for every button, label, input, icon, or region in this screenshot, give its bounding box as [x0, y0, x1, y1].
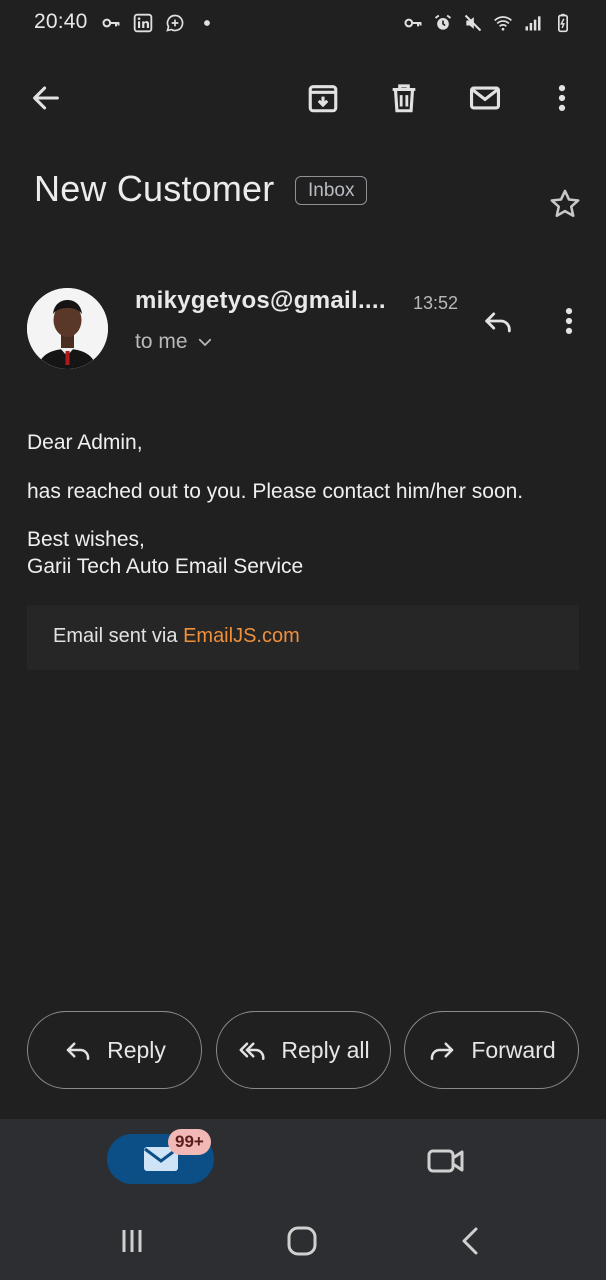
mark-unread-icon	[469, 86, 501, 110]
reply-icon-button[interactable]	[474, 297, 522, 345]
recipient-label: to me	[135, 330, 188, 353]
email-greeting: Dear Admin,	[27, 431, 143, 454]
reply-icon	[66, 1042, 90, 1060]
email-closing: Best wishes, Garii Tech Auto Email Servi…	[27, 526, 303, 580]
recent-apps-icon	[122, 1230, 142, 1252]
email-time: 13:52	[413, 293, 459, 313]
video-call-icon	[427, 1149, 464, 1173]
archive-button[interactable]	[299, 74, 347, 122]
reply-all-icon	[239, 1042, 265, 1060]
back-arrow-icon	[33, 86, 59, 110]
back-button[interactable]	[22, 74, 70, 122]
email-subject: New Customer	[34, 168, 275, 209]
closing-line-2: Garii Tech Auto Email Service	[27, 555, 304, 578]
status-left-icons	[100, 12, 218, 34]
more-vert-icon	[565, 307, 573, 335]
reply-icon	[485, 312, 511, 333]
reply-button[interactable]: Reply	[27, 1011, 202, 1089]
system-back-button[interactable]	[446, 1219, 496, 1263]
emailjs-footer: Email sent via EmailJS.com	[27, 605, 579, 670]
chevron-down-icon	[198, 338, 211, 347]
alarm-icon	[432, 12, 454, 34]
archive-icon	[308, 85, 338, 113]
mark-unread-button[interactable]	[461, 74, 509, 122]
linkedin-icon	[132, 12, 154, 34]
reply-label: Reply	[107, 1036, 166, 1063]
more-vert-icon	[558, 84, 566, 112]
home-button[interactable]	[277, 1219, 327, 1263]
system-back-icon	[462, 1227, 478, 1255]
more-options-button[interactable]	[538, 74, 586, 122]
star-icon	[550, 189, 580, 218]
sender-email[interactable]: mikygetyos@gmail....	[135, 287, 386, 315]
status-right-icons	[402, 12, 574, 34]
whatsapp-business-icon	[164, 12, 186, 34]
recent-apps-button[interactable]	[107, 1219, 157, 1263]
signal-icon	[522, 12, 544, 34]
delete-icon	[392, 84, 416, 113]
meet-tab[interactable]	[424, 1139, 468, 1183]
emailjs-link[interactable]: EmailJS.com	[183, 625, 300, 647]
reply-all-label: Reply all	[281, 1036, 370, 1063]
forward-icon	[431, 1042, 454, 1060]
forward-label: Forward	[471, 1036, 556, 1063]
reply-all-button[interactable]: Reply all	[216, 1011, 391, 1089]
emailjs-footer-text: Email sent via EmailJS.com	[53, 625, 300, 648]
vpn-key-icon	[402, 12, 424, 34]
dot-icon	[196, 12, 218, 34]
closing-line-1: Best wishes,	[27, 528, 145, 551]
message-more-button[interactable]	[545, 297, 593, 345]
forward-button[interactable]: Forward	[404, 1011, 579, 1089]
avatar-photo-icon	[27, 288, 108, 369]
inbox-label-chip[interactable]: Inbox	[295, 176, 368, 205]
wifi-icon	[492, 12, 514, 34]
bottom-navigation: 99+	[0, 1119, 606, 1280]
home-icon	[287, 1226, 317, 1256]
star-button[interactable]	[541, 180, 589, 228]
delete-button[interactable]	[380, 74, 428, 122]
email-message: has reached out to you. Please contact h…	[27, 480, 524, 503]
status-bar: 20:40	[0, 0, 606, 46]
battery-charging-icon	[552, 12, 574, 34]
recipient-toggle[interactable]: to me	[135, 330, 214, 354]
unread-badge: 99+	[168, 1129, 211, 1155]
status-time: 20:40	[34, 10, 88, 33]
mute-icon	[462, 12, 484, 34]
sender-avatar[interactable]	[27, 288, 108, 369]
key-icon	[100, 12, 122, 34]
footer-prefix: Email sent via	[53, 625, 184, 647]
